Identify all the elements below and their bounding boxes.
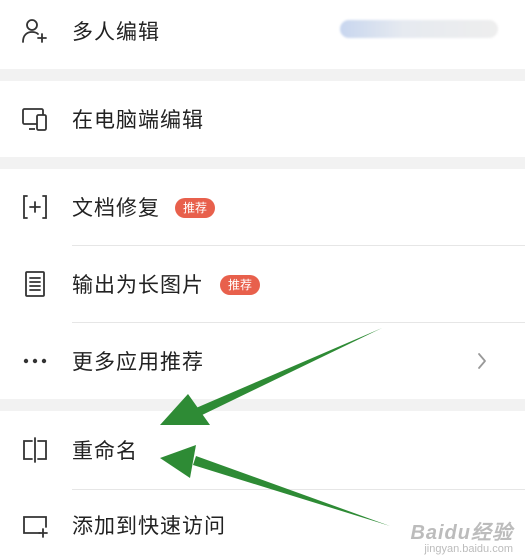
menu-item-more-apps[interactable]: 更多应用推荐 xyxy=(0,323,525,399)
redacted-user-info xyxy=(340,20,498,38)
add-user-icon xyxy=(20,16,50,46)
menu-item-multi-edit[interactable]: 多人编辑 xyxy=(0,0,525,62)
section-divider xyxy=(0,399,525,411)
baidu-watermark: Baidu经验 jingyan.baidu.com xyxy=(410,516,513,555)
add-quick-access-icon xyxy=(20,510,50,540)
long-image-icon xyxy=(20,269,50,299)
menu-item-label: 在电脑端编辑 xyxy=(72,108,204,132)
menu-item-label: 重命名 xyxy=(72,439,138,463)
rename-icon xyxy=(20,435,50,465)
recommend-badge: 推荐 xyxy=(175,198,216,218)
menu-item-rename[interactable]: 重命名 xyxy=(0,411,525,489)
menu-item-export-long-image[interactable]: 输出为长图片 推荐 xyxy=(0,246,525,322)
section-divider xyxy=(0,69,525,81)
menu-item-label: 添加到快速访问 xyxy=(72,513,226,538)
watermark-main: Baidu经验 xyxy=(410,522,513,544)
repair-icon xyxy=(20,192,50,222)
menu-item-label: 文档修复 xyxy=(72,196,160,220)
menu-item-label: 多人编辑 xyxy=(72,20,160,44)
desktop-mobile-icon xyxy=(20,104,50,134)
chevron-right-icon xyxy=(477,352,487,370)
watermark-sub: jingyan.baidu.com xyxy=(424,543,513,555)
menu-item-edit-on-pc[interactable]: 在电脑端编辑 xyxy=(0,81,525,157)
menu-item-doc-repair[interactable]: 文档修复 推荐 xyxy=(0,169,525,245)
more-dots-icon xyxy=(20,346,50,376)
recommend-badge: 推荐 xyxy=(220,275,261,295)
menu-item-label: 更多应用推荐 xyxy=(72,350,204,374)
menu-item-label: 输出为长图片 xyxy=(72,273,204,297)
section-divider xyxy=(0,157,525,169)
